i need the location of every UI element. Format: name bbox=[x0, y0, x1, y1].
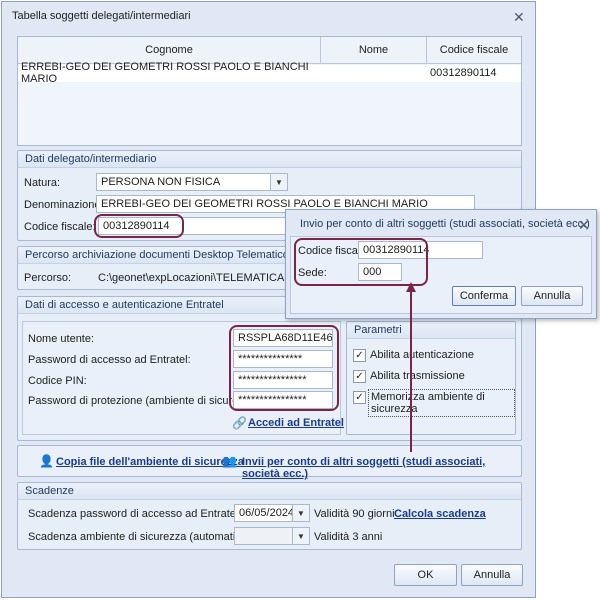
annotation-arrow bbox=[406, 282, 416, 452]
